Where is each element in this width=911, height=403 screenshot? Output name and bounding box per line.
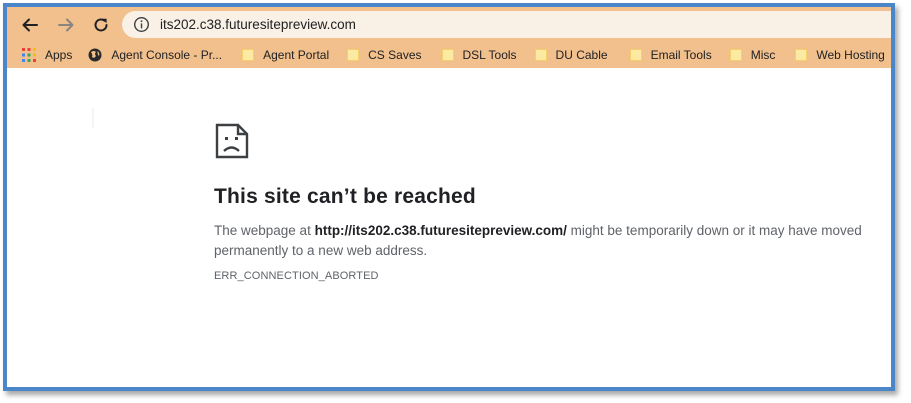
bookmark-label: Web Hosting bbox=[816, 48, 885, 62]
bookmark-cs-saves[interactable]: CS Saves bbox=[337, 44, 429, 66]
page-content: This site can’t be reached The webpage a… bbox=[7, 68, 891, 387]
reload-icon bbox=[94, 18, 108, 32]
browser-window: its202.c38.futuresitepreview.com Apps Ag… bbox=[3, 3, 895, 391]
error-title: This site can’t be reached bbox=[214, 185, 476, 208]
bookmark-misc[interactable]: Misc bbox=[720, 44, 784, 66]
bookmark-agent-portal[interactable]: Agent Portal bbox=[230, 44, 337, 66]
globe-icon bbox=[88, 48, 102, 62]
error-description: The webpage at http://its202.c38.futures… bbox=[214, 221, 891, 261]
folder-icon bbox=[441, 49, 454, 61]
browser-toolbar: its202.c38.futuresitepreview.com bbox=[7, 7, 891, 42]
sad-page-icon bbox=[215, 123, 249, 159]
error-code: ERR_CONNECTION_ABORTED bbox=[214, 270, 379, 282]
bookmark-du-cable[interactable]: DU Cable bbox=[525, 44, 616, 66]
faint-divider bbox=[92, 108, 94, 128]
bookmark-email-tools[interactable]: Email Tools bbox=[616, 44, 720, 66]
bookmark-label: CS Saves bbox=[368, 48, 422, 62]
folder-icon bbox=[629, 49, 642, 61]
apps-grid-icon bbox=[22, 48, 36, 62]
forward-arrow-icon bbox=[58, 18, 74, 32]
bookmark-label: Misc bbox=[750, 48, 776, 62]
bookmark-label: Agent Console - Pr... bbox=[111, 48, 223, 62]
bookmark-agent-console[interactable]: Agent Console - Pr... bbox=[80, 44, 230, 66]
reload-button[interactable] bbox=[89, 13, 113, 37]
forward-button[interactable] bbox=[54, 13, 78, 37]
bookmark-label: Email Tools bbox=[650, 48, 712, 62]
bookmark-label: DSL Tools bbox=[462, 48, 517, 62]
desc-url: http://its202.c38.futuresitepreview.com/ bbox=[314, 223, 567, 238]
desc-prefix: The webpage at bbox=[214, 223, 315, 238]
info-icon[interactable] bbox=[133, 16, 150, 33]
bookmark-dsl-tools[interactable]: DSL Tools bbox=[430, 44, 525, 66]
back-arrow-icon bbox=[22, 18, 38, 32]
bookmarks-bar: Apps Agent Console - Pr... Agent Portal … bbox=[7, 42, 891, 68]
bookmark-web-hosting[interactable]: Web Hosting bbox=[783, 44, 891, 66]
folder-icon bbox=[242, 49, 255, 61]
folder-icon bbox=[534, 49, 547, 61]
folder-icon bbox=[729, 49, 742, 61]
bookmark-apps[interactable]: Apps bbox=[7, 44, 80, 66]
bookmark-label: DU Cable bbox=[555, 48, 608, 62]
url-text[interactable]: its202.c38.futuresitepreview.com bbox=[160, 17, 356, 32]
bookmark-label: Agent Portal bbox=[263, 48, 330, 62]
back-button[interactable] bbox=[18, 13, 42, 37]
bookmark-label: Apps bbox=[45, 48, 73, 62]
address-bar[interactable]: its202.c38.futuresitepreview.com bbox=[122, 11, 891, 38]
folder-icon bbox=[347, 49, 360, 61]
folder-icon bbox=[795, 49, 808, 61]
